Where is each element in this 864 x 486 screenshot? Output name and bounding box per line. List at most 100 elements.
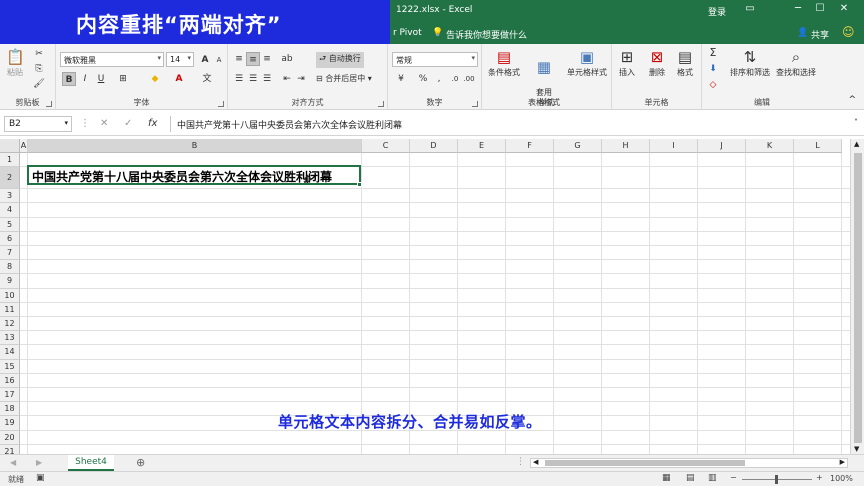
zoom-out-icon[interactable]: −: [730, 473, 737, 482]
smiley-icon[interactable]: ☺: [842, 25, 855, 39]
column-header-c[interactable]: C: [362, 139, 410, 153]
next-sheet-icon[interactable]: ▶: [36, 458, 42, 467]
scroll-down-icon[interactable]: ▼: [854, 445, 859, 453]
insert-function-icon[interactable]: fx: [148, 118, 157, 129]
fill-icon[interactable]: ⬇: [706, 62, 720, 76]
macro-record-icon[interactable]: ▣: [36, 473, 45, 483]
clipboard-launcher-icon[interactable]: [46, 101, 52, 107]
row-header-19[interactable]: 19: [0, 416, 20, 431]
scroll-left-icon[interactable]: ◀: [533, 458, 538, 466]
name-box[interactable]: B2 ▾: [4, 116, 72, 132]
comma-button[interactable]: ,: [432, 72, 446, 86]
zoom-in-icon[interactable]: +: [816, 473, 823, 482]
phonetic-icon[interactable]: 文: [200, 72, 214, 86]
orientation-icon[interactable]: ab: [280, 52, 294, 66]
number-launcher-icon[interactable]: [472, 101, 478, 107]
alignment-launcher-icon[interactable]: [378, 101, 384, 107]
fill-handle[interactable]: [357, 182, 362, 187]
row-header-13[interactable]: 13: [0, 331, 20, 346]
format-button[interactable]: ▤ 格式: [670, 46, 700, 96]
number-format-select[interactable]: 常规 ▾: [392, 52, 478, 67]
expand-formula-icon[interactable]: ˅: [854, 118, 858, 127]
column-header-h[interactable]: H: [602, 139, 650, 153]
increase-decimal-icon[interactable]: .0: [448, 72, 462, 86]
merge-center-button[interactable]: ⊟ 合并后居中 ▾: [316, 73, 372, 84]
sheet-separator-icon[interactable]: ⋮: [516, 457, 525, 467]
column-header-b[interactable]: B: [28, 139, 362, 153]
align-right-icon[interactable]: ☰: [260, 72, 274, 86]
chevron-down-icon[interactable]: ▾: [64, 119, 68, 127]
percent-button[interactable]: %: [416, 72, 430, 86]
row-header-18[interactable]: 18: [0, 402, 20, 417]
zoom-slider[interactable]: [742, 475, 812, 484]
align-bottom-icon[interactable]: ≡: [260, 52, 274, 66]
row-header-6[interactable]: 6: [0, 231, 20, 246]
clear-icon[interactable]: ◇: [706, 78, 720, 92]
worksheet-grid[interactable]: ABCDEFGHIJKL 1 2 3 4 5 6 7 8 9 10 11 12 13 14 15 16 17 18…: [0, 139, 850, 454]
column-header-a[interactable]: A: [20, 139, 28, 153]
column-header-j[interactable]: J: [698, 139, 746, 153]
share-button[interactable]: 共享: [811, 28, 829, 41]
minimize-icon[interactable]: ─: [788, 3, 808, 14]
font-size-select[interactable]: 14 ▾: [166, 52, 194, 67]
row-header-3[interactable]: 3: [0, 189, 20, 204]
currency-icon[interactable]: ¥: [394, 72, 408, 86]
bold-button[interactable]: B: [62, 72, 76, 86]
paste-button[interactable]: 📋 粘贴: [0, 46, 30, 96]
row-header-2[interactable]: 2: [0, 167, 20, 190]
normal-view-icon[interactable]: ▦: [662, 473, 671, 483]
row-header-7[interactable]: 7: [0, 246, 20, 261]
copy-icon[interactable]: ⎘: [32, 62, 46, 76]
column-header-e[interactable]: E: [458, 139, 506, 153]
page-break-icon[interactable]: ▥: [708, 473, 717, 483]
row-header-12[interactable]: 12: [0, 317, 20, 332]
format-painter-icon[interactable]: 🖌: [32, 77, 46, 91]
row-header-14[interactable]: 14: [0, 345, 20, 360]
autosum-icon[interactable]: Σ: [706, 46, 720, 60]
conditional-format-button[interactable]: ▤ 条件格式: [482, 46, 526, 96]
format-as-table-button[interactable]: ▦ 套用 表格格式: [522, 46, 566, 107]
row-header-17[interactable]: 17: [0, 388, 20, 403]
row-header-20[interactable]: 20: [0, 430, 20, 445]
zoom-level[interactable]: 100%: [830, 474, 853, 483]
row-header-9[interactable]: 9: [0, 274, 20, 289]
delete-button[interactable]: ⊠ 删除: [642, 46, 672, 96]
close-icon[interactable]: ✕: [834, 3, 854, 14]
vertical-scrollbar[interactable]: ▲ ▼: [850, 139, 864, 454]
align-top-icon[interactable]: ≡: [232, 52, 246, 66]
row-header-5[interactable]: 5: [0, 217, 20, 232]
decrease-decimal-icon[interactable]: .00: [462, 72, 476, 86]
increase-indent-icon[interactable]: ⇥: [294, 72, 308, 86]
tab-power-pivot[interactable]: r Pivot: [393, 28, 422, 38]
collapse-ribbon-icon[interactable]: ^: [848, 95, 856, 105]
ribbon-display-icon[interactable]: ▭: [740, 3, 760, 14]
font-name-select[interactable]: 微软雅黑 ▾: [60, 52, 164, 67]
row-header-11[interactable]: 11: [0, 302, 20, 317]
row-header-15[interactable]: 15: [0, 359, 20, 374]
row-header-10[interactable]: 10: [0, 288, 20, 303]
page-layout-icon[interactable]: ▤: [686, 473, 695, 483]
scrollbar-thumb[interactable]: [854, 153, 862, 443]
font-color-icon[interactable]: A: [172, 72, 186, 86]
increase-font-icon[interactable]: A: [198, 53, 212, 67]
row-header-21[interactable]: 21: [0, 444, 20, 454]
fill-color-icon[interactable]: ◆: [148, 72, 162, 86]
align-center-icon[interactable]: ☰: [246, 72, 260, 86]
column-header-f[interactable]: F: [506, 139, 554, 153]
formula-input[interactable]: 中国共产党第十八届中央委员会第六次全体会议胜利闭幕: [170, 116, 860, 132]
tell-me-search[interactable]: 告诉我你想要做什么: [446, 28, 527, 41]
horizontal-scrollbar[interactable]: ◀ ▶: [530, 458, 848, 468]
borders-icon[interactable]: ⊞: [116, 72, 130, 86]
column-header-i[interactable]: I: [650, 139, 698, 153]
row-header-1[interactable]: 1: [0, 153, 20, 168]
scroll-right-icon[interactable]: ▶: [840, 458, 845, 466]
align-left-icon[interactable]: ☰: [232, 72, 246, 86]
cut-icon[interactable]: ✂: [32, 47, 46, 61]
login-link[interactable]: 登录: [708, 5, 726, 18]
column-header-d[interactable]: D: [410, 139, 458, 153]
italic-button[interactable]: I: [78, 72, 92, 86]
underline-button[interactable]: U: [94, 72, 108, 86]
row-header-16[interactable]: 16: [0, 373, 20, 388]
wrap-text-button[interactable]: ⮐ 自动换行: [316, 52, 364, 68]
hscroll-thumb[interactable]: [545, 460, 745, 466]
